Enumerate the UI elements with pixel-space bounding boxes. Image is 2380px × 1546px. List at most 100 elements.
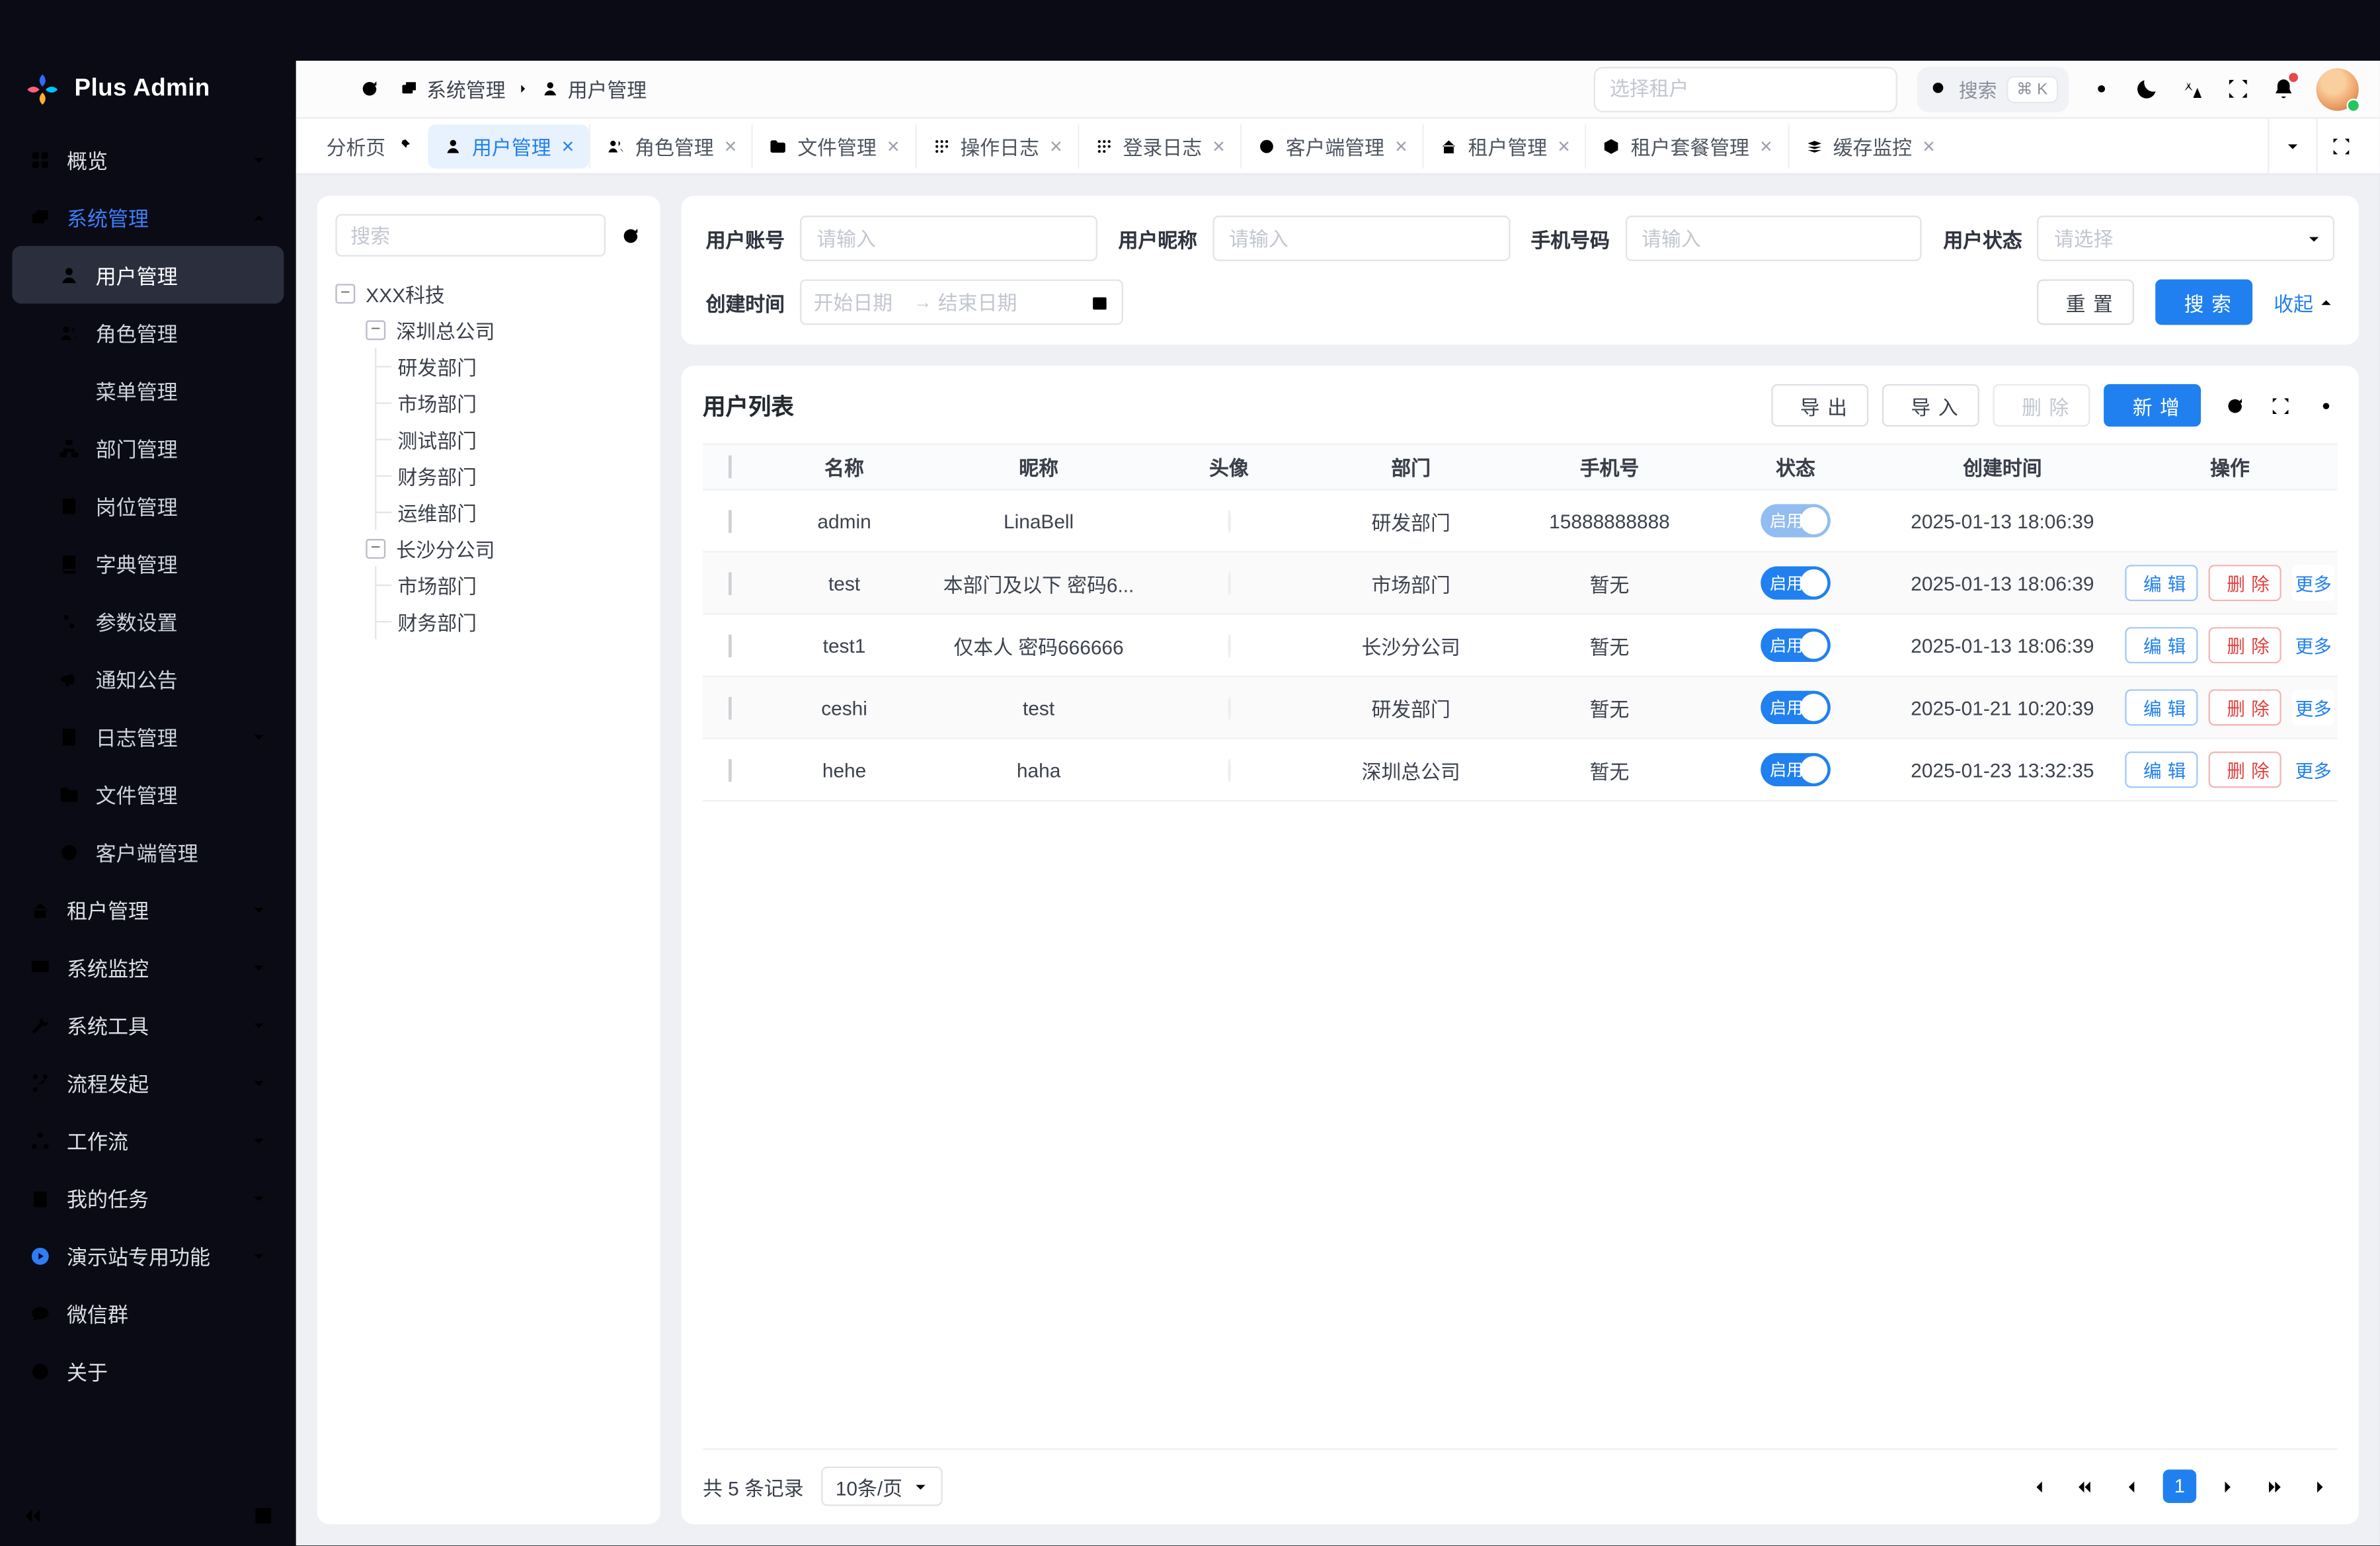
tree-refresh-icon[interactable] xyxy=(619,224,642,247)
tree-node-dept[interactable]: 市场部门 xyxy=(376,566,642,602)
close-icon[interactable]: × xyxy=(1212,135,1225,156)
row-checkbox[interactable] xyxy=(729,634,732,657)
tree-node-company[interactable]: − XXX科技 xyxy=(335,275,642,311)
status-toggle[interactable]: 启用 xyxy=(1761,504,1831,538)
tree-node-dept[interactable]: 研发部门 xyxy=(376,348,642,384)
start-date-input[interactable] xyxy=(814,291,908,313)
page-number-button[interactable]: 1 xyxy=(2163,1469,2197,1503)
first-page-button[interactable] xyxy=(2022,1469,2055,1503)
more-button[interactable]: 更多 xyxy=(2292,751,2334,788)
sidebar-item-dictionary[interactable]: 字典管理 xyxy=(12,534,284,592)
sidebar-item-files[interactable]: 文件管理 xyxy=(12,765,284,823)
sidebar-item-clients[interactable]: 客户端管理 xyxy=(12,823,284,880)
delete-row-button[interactable]: 删除 xyxy=(2209,627,2281,663)
edit-button[interactable]: 编辑 xyxy=(2125,565,2198,601)
row-checkbox[interactable] xyxy=(729,509,732,532)
sidebar-item-wechat-group[interactable]: 微信群 xyxy=(12,1284,284,1342)
status-select-input[interactable] xyxy=(2038,216,2334,261)
edit-button[interactable]: 编辑 xyxy=(2125,627,2198,663)
notifications-button[interactable] xyxy=(2271,76,2297,102)
status-toggle[interactable]: 启用 xyxy=(1761,566,1831,600)
sidebar-item-users[interactable]: 用户管理 xyxy=(12,246,284,304)
status-toggle[interactable]: 启用 xyxy=(1761,629,1831,663)
panel-pin-icon[interactable] xyxy=(252,1504,274,1526)
pin-icon[interactable] xyxy=(395,137,413,155)
last-page-button[interactable] xyxy=(2304,1469,2338,1503)
sidebar-item-workflow[interactable]: 工作流 xyxy=(12,1112,284,1169)
tree-collapse-icon[interactable]: − xyxy=(366,319,385,339)
close-icon[interactable]: × xyxy=(887,135,900,156)
close-icon[interactable]: × xyxy=(1923,135,1935,156)
tab-roles[interactable]: 角色管理 × xyxy=(589,124,752,168)
tree-node-dept[interactable]: 财务部门 xyxy=(376,602,642,639)
prev-page-button[interactable] xyxy=(2116,1469,2149,1503)
next-page-button[interactable] xyxy=(2210,1469,2244,1503)
breadcrumb-item-users[interactable]: 用户管理 xyxy=(540,74,647,103)
collapse-sidebar-icon[interactable] xyxy=(21,1504,44,1526)
tenant-select[interactable] xyxy=(1593,66,1897,112)
delete-row-button[interactable]: 删除 xyxy=(2209,565,2281,601)
sidebar-item-system[interactable]: 系统管理 xyxy=(12,188,284,246)
close-icon[interactable]: × xyxy=(1050,135,1062,156)
add-button[interactable]: 新增 xyxy=(2104,384,2201,427)
status-toggle[interactable]: 启用 xyxy=(1761,753,1831,787)
more-button[interactable]: 更多 xyxy=(2292,627,2334,663)
refresh-page-icon[interactable] xyxy=(358,77,381,100)
dark-mode-icon[interactable] xyxy=(2134,76,2160,102)
user-avatar[interactable] xyxy=(2317,67,2359,110)
tree-search-input[interactable] xyxy=(335,214,606,257)
close-icon[interactable]: × xyxy=(1558,135,1570,156)
breadcrumb-item-system[interactable]: 系统管理 xyxy=(399,74,506,103)
edit-button[interactable]: 编辑 xyxy=(2125,689,2198,725)
tab-users[interactable]: 用户管理 × xyxy=(428,124,589,168)
delete-button[interactable]: 删除 xyxy=(1993,384,2090,427)
translate-icon[interactable] xyxy=(2180,76,2205,102)
close-icon[interactable]: × xyxy=(725,135,737,156)
status-select[interactable] xyxy=(2038,216,2334,261)
page-size-select[interactable]: 10条/页 xyxy=(822,1467,942,1506)
end-date-input[interactable] xyxy=(938,291,1032,313)
delete-row-button[interactable]: 删除 xyxy=(2209,689,2281,725)
sidebar-item-departments[interactable]: 部门管理 xyxy=(12,419,284,477)
jump-forward-button[interactable] xyxy=(2257,1469,2291,1503)
sidebar-item-overview[interactable]: 概览 xyxy=(12,130,284,188)
row-checkbox[interactable] xyxy=(729,758,732,781)
collapse-filters-link[interactable]: 收起 xyxy=(2274,288,2334,317)
hamburger-menu-icon[interactable] xyxy=(317,77,340,100)
global-search[interactable]: 搜索 ⌘ K xyxy=(1917,66,2069,112)
search-button[interactable]: 搜索 xyxy=(2155,279,2252,325)
tab-operation-log[interactable]: 操作日志 × xyxy=(915,124,1078,168)
table-fullscreen-icon[interactable] xyxy=(2269,394,2291,417)
tree-node-dept[interactable]: 运维部门 xyxy=(376,493,642,530)
tab-clients[interactable]: 客户端管理 × xyxy=(1240,124,1423,168)
sidebar-item-parameters[interactable]: 参数设置 xyxy=(12,592,284,649)
table-settings-icon[interactable] xyxy=(2315,394,2337,417)
sidebar-item-notices[interactable]: 通知公告 xyxy=(12,650,284,708)
export-button[interactable]: 导出 xyxy=(1771,384,1868,427)
tab-tenants[interactable]: 租户管理 × xyxy=(1423,124,1585,168)
sidebar-item-logs[interactable]: 日志管理 xyxy=(12,708,284,765)
more-button[interactable]: 更多 xyxy=(2292,565,2334,601)
status-toggle[interactable]: 启用 xyxy=(1761,691,1831,725)
table-refresh-icon[interactable] xyxy=(2223,394,2246,417)
sidebar-item-about[interactable]: 关于 xyxy=(12,1342,284,1400)
close-icon[interactable]: × xyxy=(1395,135,1408,156)
sidebar-item-my-tasks[interactable]: 我的任务 xyxy=(12,1169,284,1227)
content-fullscreen-button[interactable] xyxy=(2317,118,2365,173)
sidebar-item-posts[interactable]: 岗位管理 xyxy=(12,477,284,534)
sidebar-item-process-start[interactable]: 流程发起 xyxy=(12,1053,284,1111)
sidebar-item-roles[interactable]: 角色管理 xyxy=(12,304,284,361)
close-icon[interactable]: × xyxy=(562,135,575,156)
row-checkbox[interactable] xyxy=(729,571,732,594)
tree-collapse-icon[interactable]: − xyxy=(335,283,355,303)
sidebar-item-menus[interactable]: 菜单管理 xyxy=(12,361,284,419)
more-button[interactable]: 更多 xyxy=(2292,689,2334,725)
jump-back-button[interactable] xyxy=(2069,1469,2102,1503)
tree-node-dept[interactable]: 市场部门 xyxy=(376,384,642,421)
tab-files[interactable]: 文件管理 × xyxy=(752,124,914,168)
row-checkbox[interactable] xyxy=(729,696,732,719)
tree-collapse-icon[interactable]: − xyxy=(366,538,385,558)
nickname-input[interactable] xyxy=(1212,216,1509,261)
gear-icon[interactable] xyxy=(2088,76,2114,102)
tab-analysis[interactable]: 分析页 xyxy=(311,124,428,168)
